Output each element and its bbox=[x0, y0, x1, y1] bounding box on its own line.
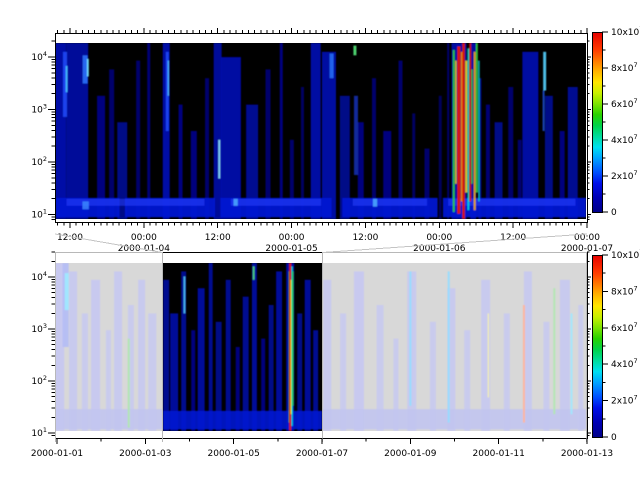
streak bbox=[56, 409, 163, 429]
streak bbox=[467, 48, 469, 210]
streak bbox=[221, 57, 241, 219]
streak bbox=[69, 271, 77, 431]
streak bbox=[453, 50, 455, 212]
streak bbox=[471, 69, 473, 183]
streak bbox=[147, 43, 150, 219]
streak bbox=[83, 201, 89, 209]
streak bbox=[469, 43, 471, 201]
x-tick-time-label: 00:00 bbox=[426, 233, 452, 243]
streak bbox=[66, 66, 68, 92]
overview-faded-left bbox=[54, 263, 163, 431]
x-tick-date-label: 2000-01-09 bbox=[384, 449, 437, 459]
streak bbox=[439, 96, 442, 219]
streak bbox=[462, 43, 465, 219]
overview-zoom-region bbox=[163, 263, 322, 431]
bottom-overview-panel: 2000-01-01 2000-01-03 2000-01-05 2000-01-07… bbox=[31, 252, 613, 459]
streak bbox=[570, 313, 572, 414]
streak bbox=[448, 271, 450, 422]
x-tick-date-label: 2000-01-11 bbox=[473, 449, 525, 459]
streak bbox=[322, 409, 586, 429]
streak bbox=[524, 271, 532, 431]
streak bbox=[138, 280, 145, 431]
streak bbox=[447, 43, 449, 219]
streak bbox=[553, 288, 555, 414]
top-spectrogram-image bbox=[50, 43, 586, 219]
streak bbox=[560, 280, 570, 431]
x-tick-time-label: 00:00 bbox=[131, 233, 157, 243]
streak bbox=[488, 313, 490, 397]
streak bbox=[198, 288, 205, 431]
streak bbox=[87, 59, 89, 77]
top-colorbar-gradient bbox=[592, 32, 602, 212]
x-tick-time-label: 00:00 bbox=[279, 233, 305, 243]
streak bbox=[218, 140, 220, 179]
streak bbox=[448, 199, 575, 206]
streak bbox=[65, 273, 69, 310]
x-tick-date-label: 2000-01-13 bbox=[561, 449, 613, 459]
streak bbox=[322, 52, 336, 219]
x-tick-date-label: 2000-01-01 bbox=[31, 449, 83, 459]
streak bbox=[478, 61, 480, 202]
streak bbox=[114, 271, 122, 431]
x-tick-date-label: 2000-01-03 bbox=[119, 449, 171, 459]
figure-canvas: 12:0000:002000-01-0412:0000:002000-01-05… bbox=[0, 0, 640, 480]
streak bbox=[266, 69, 271, 219]
streak bbox=[209, 263, 213, 431]
streak bbox=[522, 52, 538, 219]
streak bbox=[226, 280, 231, 431]
x-tick-date-label: 2000-01-07 bbox=[296, 449, 348, 459]
colorbar-tick-label: 0 bbox=[611, 433, 617, 443]
streak bbox=[109, 69, 114, 219]
colorbar-tick-label: 0 bbox=[611, 208, 617, 218]
streak bbox=[373, 199, 377, 207]
streak bbox=[330, 54, 334, 79]
streak bbox=[168, 61, 170, 96]
streak bbox=[353, 199, 427, 206]
streak bbox=[474, 52, 476, 210]
streak bbox=[476, 43, 478, 193]
spectrogram-figure: 12:0000:002000-01-0412:0000:002000-01-05… bbox=[0, 0, 640, 480]
streak bbox=[163, 280, 169, 431]
streak bbox=[311, 43, 321, 219]
streak bbox=[91, 280, 100, 431]
x-tick-time-label: 12:00 bbox=[352, 233, 378, 243]
streak bbox=[455, 61, 457, 184]
streak bbox=[136, 61, 140, 219]
streak bbox=[183, 276, 185, 313]
streak bbox=[353, 46, 356, 56]
streak bbox=[523, 305, 525, 423]
streak bbox=[465, 61, 467, 193]
streak bbox=[231, 199, 321, 206]
streak bbox=[457, 47, 460, 214]
streak bbox=[354, 271, 364, 431]
streak bbox=[276, 271, 282, 431]
x-tick-time-label: 12:00 bbox=[205, 233, 231, 243]
streak bbox=[234, 199, 238, 206]
streak bbox=[543, 91, 545, 131]
streak bbox=[280, 43, 283, 219]
streak bbox=[214, 43, 222, 219]
x-tick-time-label: 12:00 bbox=[500, 233, 526, 243]
streak bbox=[543, 52, 546, 91]
streak bbox=[163, 411, 322, 429]
x-tick-date-label: 2000-01-05 bbox=[208, 449, 260, 459]
streak bbox=[292, 271, 294, 405]
top-spectrogram-image-background bbox=[56, 43, 586, 219]
streak bbox=[407, 271, 416, 431]
overview-faded-right bbox=[322, 263, 586, 431]
streak bbox=[323, 280, 331, 431]
streak bbox=[409, 271, 411, 405]
streak bbox=[128, 339, 130, 428]
bottom-colorbar-gradient bbox=[592, 255, 602, 437]
streak bbox=[252, 263, 257, 431]
streak bbox=[305, 280, 311, 431]
streak bbox=[354, 96, 358, 175]
streak bbox=[253, 266, 255, 279]
streak bbox=[399, 61, 403, 219]
